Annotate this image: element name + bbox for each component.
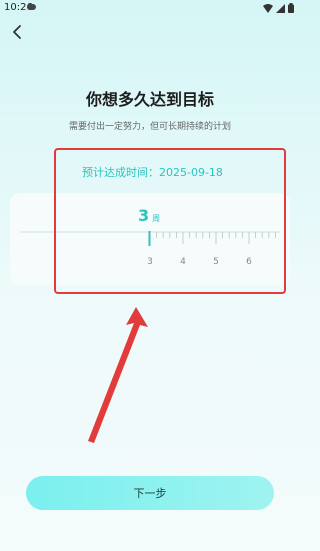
annotation-arrow bbox=[88, 307, 148, 443]
annotation-highlight-box bbox=[54, 148, 286, 294]
wifi-icon bbox=[263, 3, 273, 13]
page-title: 你想多久达到目标 bbox=[85, 90, 214, 109]
signal-icon bbox=[276, 3, 285, 13]
status-indicators bbox=[263, 3, 294, 13]
battery-icon bbox=[288, 3, 294, 13]
gamepad-icon bbox=[27, 4, 36, 10]
status-bar: 10:26 bbox=[0, 0, 300, 18]
next-button[interactable]: 下一步 bbox=[26, 476, 274, 510]
back-arrow-icon[interactable] bbox=[10, 24, 26, 40]
page-subtitle: 需要付出一定努力，但可长期持续的计划 bbox=[68, 122, 231, 132]
